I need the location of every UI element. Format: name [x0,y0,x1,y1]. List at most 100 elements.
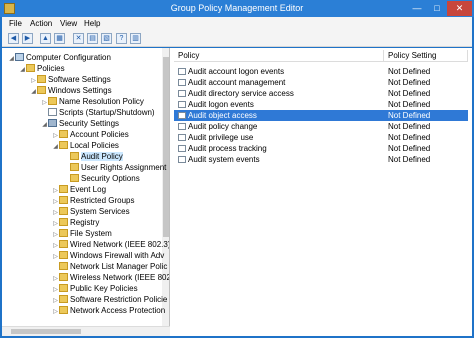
export-list-icon[interactable]: ▧ [101,33,112,44]
tree-item-label: Audit Policy [81,152,123,161]
expander-icon[interactable]: ◢ [30,87,37,98]
policy-setting: Not Defined [388,133,431,142]
tree-item[interactable]: Scripts (Startup/Shutdown) [41,107,155,118]
tree-item[interactable]: ▷ Restricted Groups [52,195,134,206]
properties-icon[interactable]: ▤ [87,33,98,44]
tree-item-label: Account Policies [70,130,129,139]
expander-icon[interactable]: ◢ [41,120,48,131]
forward-icon[interactable]: ▶ [22,33,33,44]
policy-icon [178,79,186,86]
tree-item-label: File System [70,229,112,238]
expander-icon[interactable]: ◢ [52,142,59,153]
tree-item[interactable]: ▷ Wired Network (IEEE 802.3) [52,239,169,250]
tree-item[interactable]: ▷ Name Resolution Policy [41,96,144,107]
tree-item-label: Security Options [81,174,140,183]
policy-row[interactable]: Audit process tracking Not Defined [174,143,468,154]
maximize-button[interactable]: □ [427,1,447,16]
folder-icon [59,306,68,314]
folder-icon [59,284,68,292]
policy-row[interactable]: Audit account management Not Defined [174,77,468,88]
folder-icon [70,152,79,160]
tree-item[interactable]: ◢ Policies [19,63,65,74]
tree-item[interactable]: ◢ Local Policies [52,140,119,151]
policy-name: Audit logon events [188,100,254,109]
policy-row[interactable]: Audit logon events Not Defined [174,99,468,110]
tree-item-label: Network Access Protection [70,306,166,315]
tree-item[interactable]: User Rights Assignment [63,162,166,173]
tree-item[interactable]: ▷ Network Access Protection [52,305,165,316]
tree-item[interactable]: ▷ Wireless Network (IEEE 802. [52,272,169,283]
minimize-button[interactable]: — [407,1,427,16]
tree-item[interactable]: ▷ Public Key Policies [52,283,138,294]
policy-row[interactable]: Audit privilege use Not Defined [174,132,468,143]
app-window: Group Policy Management Editor — □ ✕ Fil… [0,0,474,338]
toolbar: ◀ ▶ ▲ ▦ ✕ ▤ ▧? ▥ [2,31,472,47]
tree-item[interactable]: ▷ System Services [52,206,130,217]
policy-name: Audit system events [188,155,260,164]
menu-action[interactable]: Action [30,19,52,28]
folder-icon [59,207,68,215]
menu-bar: File Action View Help [2,17,472,31]
close-button[interactable]: ✕ [447,1,472,16]
policy-setting: Not Defined [388,89,431,98]
title-bar[interactable]: Group Policy Management Editor — □ ✕ [0,0,474,17]
policy-list: Policy Policy Setting Audit account logo… [174,48,472,336]
tree-item-label: Name Resolution Policy [59,97,144,106]
tree-item[interactable]: ▷ Software Restriction Policie [52,294,167,305]
expander-icon[interactable]: ◢ [8,54,15,65]
expander-icon[interactable]: ▷ [52,307,59,318]
console-tree: ◢ Computer Configuration ◢ Policies ▷ Softwar… [2,48,170,326]
folder-icon [59,240,68,248]
policy-row[interactable]: Audit system events Not Defined [174,154,468,165]
policy-name: Audit account management [188,78,286,87]
menu-file[interactable]: File [9,19,22,28]
back-icon[interactable]: ◀ [8,33,19,44]
show-hide-action-pane-icon[interactable]: ▥ [130,33,141,44]
policy-row[interactable]: Audit directory service access Not Define… [174,88,468,99]
policy-icon [178,68,186,75]
delete-icon[interactable]: ✕ [73,33,84,44]
policy-row[interactable]: Audit policy change Not Defined [174,121,468,132]
tree-vscroll-thumb[interactable] [163,57,169,237]
tree-item[interactable]: ◢ Security Settings [41,118,119,129]
expander-icon[interactable]: ◢ [19,65,26,76]
menu-view[interactable]: View [60,19,77,28]
folder-icon [59,196,68,204]
tree-item-label: Registry [70,218,100,227]
tree-vertical-scrollbar[interactable] [162,48,169,326]
tree-item[interactable]: ▷ Event Log [52,184,106,195]
folder-icon [37,75,46,83]
tree-item-label: Windows Settings [48,86,112,95]
folder-icon [48,97,57,105]
policy-setting: Not Defined [388,122,431,131]
folder-icon [59,295,68,303]
tree-item[interactable]: ▷ Registry [52,217,99,228]
tree-item[interactable]: Network List Manager Polic [52,261,167,272]
up-folder-icon[interactable]: ▲ [40,33,51,44]
menu-help[interactable]: Help [84,19,100,28]
tree-item[interactable]: ▷ Windows Firewall with Adv [52,250,164,261]
policy-setting: Not Defined [388,144,431,153]
policy-icon [178,112,186,119]
help-icon[interactable]: ? [116,33,127,44]
tree-item-label: Event Log [70,185,107,194]
column-header-policy-setting[interactable]: Policy Setting [384,50,468,62]
column-header-policy[interactable]: Policy [174,50,384,62]
tree-item[interactable]: Security Options [63,173,140,184]
policy-row[interactable]: Audit account logon events Not Defined [174,66,468,77]
tree-item[interactable]: ◢ Windows Settings [30,85,112,96]
folder-icon [59,130,68,138]
policy-setting: Not Defined [388,111,431,120]
policy-row[interactable]: Audit object access Not Defined [174,110,468,121]
tree-hscroll-thumb[interactable] [11,329,81,334]
tree-item[interactable]: ◢ Computer Configuration [8,52,111,63]
tree-item[interactable]: Audit Policy [63,151,123,162]
folder-icon [59,273,68,281]
policy-icon [178,90,186,97]
folder-icon [59,141,68,149]
tree-item[interactable]: ▷ Software Settings [30,74,111,85]
tree-item[interactable]: ▷ File System [52,228,112,239]
tree-horizontal-scrollbar[interactable] [2,326,170,336]
tree-item[interactable]: ▷ Account Policies [52,129,129,140]
show-hide-tree-icon[interactable]: ▦ [54,33,65,44]
